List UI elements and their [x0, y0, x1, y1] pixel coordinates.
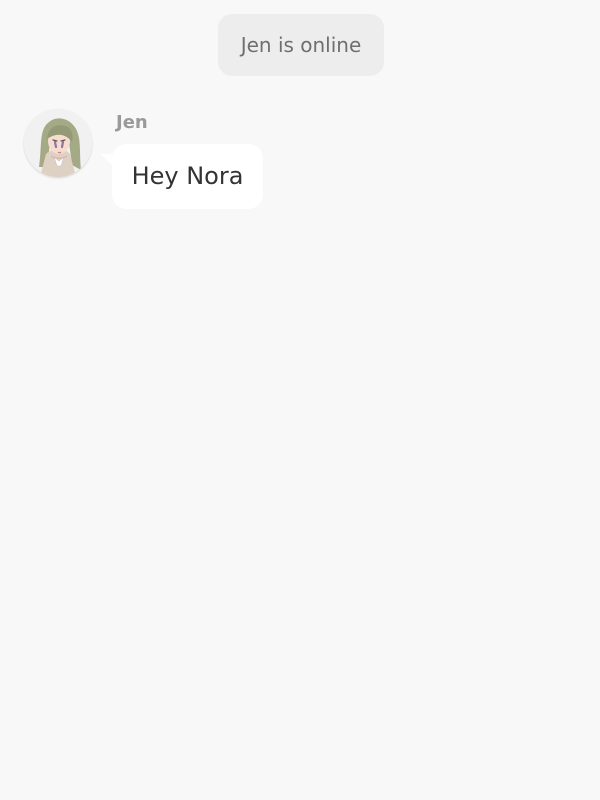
online-status-notice: Jen is online	[218, 14, 384, 76]
chat-window: Jen is online Jen Hey Nora	[0, 0, 600, 800]
character-avatar-icon	[24, 109, 92, 177]
jen-avatar[interactable]	[24, 109, 92, 177]
message-sender-name: Jen	[116, 112, 148, 133]
message-bubble[interactable]: Hey Nora	[112, 144, 263, 209]
